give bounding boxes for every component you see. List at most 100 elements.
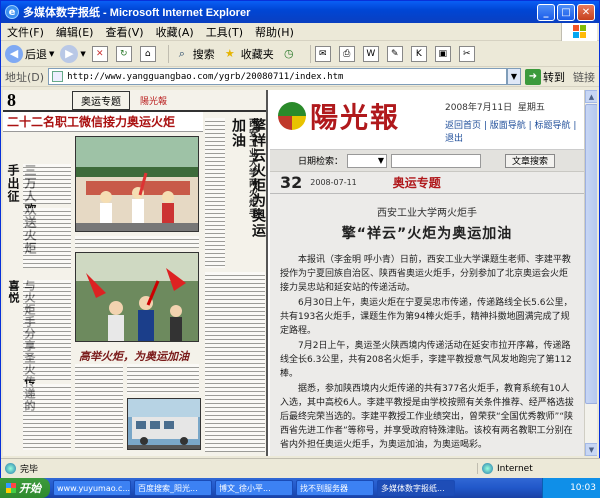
edit-button[interactable]: W [362,45,381,62]
newspaper-page-header: 8 奥运专题 陽光報 [3,90,266,112]
page-loaded-icon [5,463,16,474]
torch-relay-photo-3[interactable] [127,398,201,450]
security-zone: Internet [477,463,597,474]
edit-icon: W [362,45,379,62]
taskbar-item-active[interactable]: 多媒体数字报纸... [377,480,455,496]
tools-button[interactable]: ✂ [458,45,477,62]
window-title: 多媒体数字报纸 - Microsoft Internet Explorer [23,7,251,19]
taskbar-item[interactable]: 博文_徐小平... [215,480,293,496]
article-search-button[interactable]: 文章搜索 [505,153,556,168]
favorites-button[interactable]: ★ 收藏夹 [221,45,274,63]
mail-icon: ✉ [314,45,331,62]
toolbar: ◀ 后退 ▼ ▶ ▼ ✕ ↻ ⌂ ⌕ 搜索 ★ 收藏夹 ◷ ✉ ⎙ W ✎ K … [1,41,599,67]
page-content: 8 奥运专题 陽光報 二十二名职工微信接力奥运火炬 三万人欢送火炬手出征 [3,90,597,456]
links-button[interactable]: 链接 [573,69,595,85]
tools-icon: ✂ [458,45,475,62]
address-dropdown[interactable]: ▼ [507,68,521,85]
history-icon: ◷ [283,47,294,60]
refresh-icon: ↻ [115,45,132,62]
article-paragraph: 本报讯（李金明 呼小青）日前，西安工业大学课题生老师、李建平教授作为宁夏回族自治… [280,255,571,293]
menu-tools[interactable]: 工具(T) [206,24,243,40]
scroll-up-button[interactable]: ▲ [585,90,597,103]
date-select[interactable]: ▼ [347,153,388,168]
stop-icon: ✕ [91,45,108,62]
torch-relay-photo-2[interactable] [75,252,199,342]
discuss-button[interactable]: ✎ [386,45,405,62]
site-nav[interactable]: 返回首页 | 版面导航 | 标题导航 | 退出 [445,118,584,144]
article-subtitle: 西安工业大学两火炬手 [377,208,477,219]
newspaper-page-image[interactable]: 8 奥运专题 陽光報 二十二名职工微信接力奥运火炬 三万人欢送火炬手出征 [3,90,268,456]
forward-button[interactable]: ▶ ▼ [60,44,86,63]
print-icon: ⎙ [338,45,355,62]
star-icon: ★ [224,47,235,60]
ie-icon: e [5,5,19,19]
torch-relay-photo-1[interactable] [75,136,199,232]
history-button[interactable]: ◷ [280,45,300,63]
article-body: 西安工业大学两火炬手 擎“祥云”火炬为奥运加油 本报讯（李金明 呼小青）日前，西… [270,194,584,452]
close-button[interactable]: ✕ [577,3,595,21]
stop-button[interactable]: ✕ [91,45,110,62]
windows-flag-icon [561,23,597,41]
date-search-bar: 日期检索： ▼ 文章搜索 [270,150,584,172]
scroll-down-button[interactable]: ▼ [585,443,597,456]
site-logo-icon [278,102,306,130]
status-text: 完毕 [5,462,477,475]
scroll-thumb[interactable] [585,104,597,404]
menu-help[interactable]: 帮助(H) [255,24,294,40]
page-section: 奥运专题 [392,176,441,190]
back-arrow-icon: ◀ [5,44,23,63]
taskbar-item[interactable]: 找不到服务器 [296,480,374,496]
article-paragraph: 据悉，参加陕西境内火炬传递的共有377名火炬手，教育系统有10人入选，其中高校6… [280,384,574,450]
address-input[interactable]: http://www.yangguangbao.com/ygrb/2008071… [48,68,507,85]
page-date: 2008-07-11 [310,178,357,187]
site-header: 陽光報 2008年7月11日 星期五 返回首页 | 版面导航 | 标题导航 | … [270,90,584,150]
back-button[interactable]: ◀ 后退 ▼ [5,44,54,63]
article-paragraph: 7月2日上午，奥运圣火陕西境内传递活动在延安市拉开序幕，传递路线全长6.3公里，… [280,341,572,379]
forward-arrow-icon: ▶ [60,44,79,63]
internet-globe-icon [482,463,493,474]
minimize-button[interactable]: _ [537,3,555,21]
research-icon: ▣ [434,45,451,62]
maximize-button[interactable]: □ [557,3,575,21]
taskbar-item[interactable]: www.yuyumao.c... [53,480,131,496]
windows-logo-icon [6,483,16,493]
article-search-input[interactable] [391,153,482,168]
discuss-icon: ✎ [386,45,403,62]
menu-edit[interactable]: 编辑(E) [56,24,94,40]
go-button[interactable]: ➜ 转到 [525,68,565,85]
print-button[interactable]: ⎙ [338,45,357,62]
site-logo-text[interactable]: 陽光報 [310,96,400,136]
page-strip: 32 2008-07-11 奥运专题 [270,172,584,194]
article-panel: 陽光報 2008年7月11日 星期五 返回首页 | 版面导航 | 标题导航 | … [270,90,584,456]
go-arrow-icon: ➜ [525,68,541,85]
mail-button[interactable]: ✉ [314,45,333,62]
site-date: 2008年7月11日 星期五 [445,103,545,113]
search-button[interactable]: ⌕ 搜索 [173,45,215,63]
refresh-button[interactable]: ↻ [115,45,134,62]
taskbar-item[interactable]: 百度搜索_阳光... [134,480,212,496]
title-bar[interactable]: e 多媒体数字报纸 - Microsoft Internet Explorer … [1,1,599,23]
home-button[interactable]: ⌂ [139,45,158,62]
menu-bar: 文件(F) 编辑(E) 查看(V) 收藏(A) 工具(T) 帮助(H) [1,23,599,41]
search-icon: ⌕ [178,46,185,60]
address-label: 地址(D) [5,70,45,84]
status-bar: 完毕 Internet [1,458,600,478]
research-button[interactable]: ▣ [434,45,453,62]
menu-view[interactable]: 查看(V) [105,24,143,40]
date-search-label: 日期检索： [298,157,344,167]
system-tray: 10:03 [542,478,600,498]
vertical-scrollbar[interactable]: ▲ ▼ [584,90,597,456]
address-bar: 地址(D) http://www.yangguangbao.com/ygrb/2… [1,67,599,87]
messenger-button[interactable]: K [410,45,429,62]
calligraphy-slogan[interactable]: 高举火炬，为奥运加油 [79,348,189,364]
taskbar: 开始 www.yuyumao.c... 百度搜索_阳光... 博文_徐小平...… [0,478,600,498]
menu-favorites[interactable]: 收藏(A) [156,24,194,40]
start-button[interactable]: 开始 [0,478,50,498]
article-title-lucky-cloud[interactable]: 擎祥云火炬为奥运加油 [227,118,266,248]
newspaper-headline[interactable]: 二十二名职工微信接力奥运火炬 [3,112,203,132]
menu-file[interactable]: 文件(F) [7,24,44,40]
article-paragraph: 6月30日上午，奥运火炬在宁夏吴忠市传递，传递路线全长5.6公里，共有193名火… [280,298,573,336]
clock[interactable]: 10:03 [570,483,596,493]
home-icon: ⌂ [139,45,156,62]
page-number: 32 [280,173,303,192]
